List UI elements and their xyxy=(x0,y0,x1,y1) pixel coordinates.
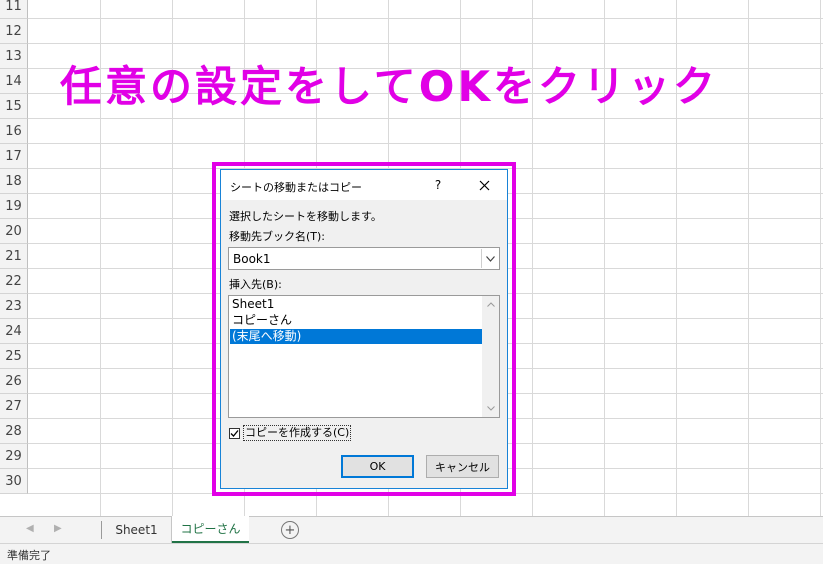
dialog-titlebar[interactable]: シートの移動またはコピー ? xyxy=(221,170,507,200)
help-button[interactable]: ? xyxy=(427,174,449,196)
row-header[interactable]: 28 xyxy=(0,419,28,444)
status-bar: 準備完了 xyxy=(0,543,823,564)
excel-window: 11 12 13 14 15 16 17 18 19 20 21 22 23 24 25 26 27 28 29 30… xyxy=(0,0,823,564)
row-header[interactable]: 19 xyxy=(0,194,28,219)
row-header[interactable]: 27 xyxy=(0,394,28,419)
list-item[interactable]: (末尾へ移動) xyxy=(230,329,482,344)
row-header[interactable]: 12 xyxy=(0,19,28,44)
row-header[interactable]: 13 xyxy=(0,44,28,69)
row-header[interactable]: 18 xyxy=(0,169,28,194)
chevron-left-icon[interactable]: ◀ xyxy=(26,523,34,534)
status-text: 準備完了 xyxy=(7,549,51,562)
ok-button[interactable]: OK xyxy=(341,455,414,478)
list-item[interactable]: Sheet1 xyxy=(230,297,482,312)
create-copy-option[interactable]: コピーを作成する(C) xyxy=(229,424,352,442)
row-header[interactable]: 11 xyxy=(0,0,28,19)
column-gridline xyxy=(748,0,749,516)
destination-book-label: 移動先ブック名(T): xyxy=(229,230,326,243)
row-gridline xyxy=(28,18,823,19)
row-gridline xyxy=(28,118,823,119)
sheet-tab-bar: ◀ ▶ Sheet1 コピーさん + xyxy=(0,516,823,543)
instruction-headline: 任意の設定をしてOKをクリック xyxy=(60,62,718,111)
dialog-title: シートの移動またはコピー xyxy=(230,181,362,194)
listbox-scrollbar[interactable] xyxy=(482,296,499,417)
row-header[interactable]: 16 xyxy=(0,119,28,144)
row-header[interactable]: 26 xyxy=(0,369,28,394)
list-item[interactable]: コピーさん xyxy=(230,313,482,328)
scroll-up-icon[interactable] xyxy=(482,296,499,313)
row-header[interactable]: 17 xyxy=(0,144,28,169)
create-copy-checkbox[interactable] xyxy=(229,427,240,439)
cancel-button[interactable]: キャンセル xyxy=(426,455,499,478)
row-header[interactable]: 25 xyxy=(0,344,28,369)
move-copy-sheet-dialog: シートの移動またはコピー ? 選択したシートを移動します。 移動先ブック名(T)… xyxy=(220,169,508,489)
create-copy-label[interactable]: コピーを作成する(C) xyxy=(243,425,352,441)
checkmark-icon xyxy=(230,429,239,437)
row-header[interactable]: 14 xyxy=(0,69,28,94)
destination-book-value: Book1 xyxy=(233,252,271,266)
tab-sheet1[interactable]: Sheet1 xyxy=(102,517,172,543)
row-header[interactable]: 23 xyxy=(0,294,28,319)
row-header[interactable]: 29 xyxy=(0,444,28,469)
row-header[interactable]: 21 xyxy=(0,244,28,269)
dialog-instruction: 選択したシートを移動します。 xyxy=(229,210,382,223)
insert-before-label: 挿入先(B): xyxy=(229,278,282,291)
destination-book-dropdown[interactable]: Book1 xyxy=(228,247,500,270)
close-button[interactable] xyxy=(472,174,496,196)
close-icon xyxy=(479,180,489,190)
row-header[interactable]: 30 xyxy=(0,469,28,494)
row-gridline xyxy=(28,143,823,144)
tab-copy-san[interactable]: コピーさん xyxy=(172,516,249,543)
row-header[interactable]: 22 xyxy=(0,269,28,294)
add-sheet-button[interactable]: + xyxy=(281,521,299,539)
row-gridline xyxy=(28,43,823,44)
row-header[interactable]: 15 xyxy=(0,94,28,119)
scroll-down-icon[interactable] xyxy=(482,400,499,417)
row-header[interactable]: 20 xyxy=(0,219,28,244)
insert-before-listbox[interactable]: Sheet1 コピーさん (末尾へ移動) xyxy=(228,295,500,418)
column-gridline xyxy=(820,0,821,516)
row-header[interactable]: 24 xyxy=(0,319,28,344)
chevron-down-icon[interactable] xyxy=(481,249,498,268)
chevron-right-icon[interactable]: ▶ xyxy=(54,523,62,534)
